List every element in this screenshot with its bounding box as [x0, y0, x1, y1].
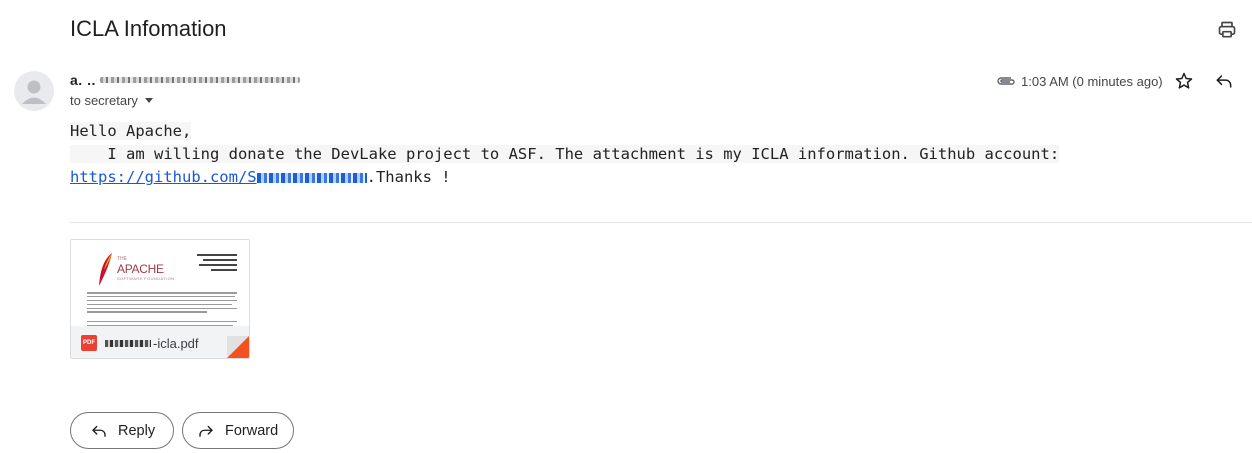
body-line-1: Hello Apache,	[70, 122, 192, 140]
attachment-card[interactable]: THE APACHE SOFTWARE FOUNDATION PDF -icla…	[70, 239, 250, 359]
email-subject: ICLA Infomation	[70, 16, 227, 41]
body-line-3-suffix: .Thanks !	[366, 168, 451, 186]
recipient-details[interactable]: to secretary	[70, 93, 153, 108]
page-fold-corner-icon	[227, 336, 249, 358]
chevron-down-icon	[144, 98, 153, 103]
email-body: Hello Apache, I am willing donate the De…	[70, 120, 1060, 189]
print-button[interactable]	[1214, 17, 1240, 43]
reply-icon	[92, 425, 106, 437]
message-meta: 1:03 AM (0 minutes ago)	[996, 71, 1163, 91]
github-link-text: https://github.com/S	[70, 168, 257, 186]
redacted-username	[256, 173, 367, 183]
doc-heading-lines	[197, 254, 237, 274]
attachment-filename-text: -icla.pdf	[153, 335, 199, 351]
redacted-filename	[105, 339, 151, 347]
apache-logo-text: APACHE	[117, 262, 164, 276]
paperclip-icon	[997, 77, 1015, 85]
attachment-preview: THE APACHE SOFTWARE FOUNDATION	[71, 240, 249, 334]
forward-icon	[199, 425, 213, 437]
forward-button[interactable]: Forward	[182, 412, 294, 449]
apache-logo-sub: SOFTWARE FOUNDATION	[117, 276, 175, 281]
star-button[interactable]	[1172, 69, 1196, 93]
forward-label: Forward	[225, 422, 279, 439]
person-icon	[22, 80, 46, 104]
redacted-email	[99, 77, 300, 83]
sender-avatar[interactable]	[14, 71, 54, 111]
reply-icon-button[interactable]	[1212, 69, 1236, 93]
attachment-divider	[70, 222, 1252, 223]
print-icon	[1218, 21, 1236, 38]
reply-icon	[1216, 75, 1232, 88]
sender-name-text: a. ..	[70, 72, 96, 88]
pdf-badge-text: PDF	[83, 340, 95, 346]
pdf-icon: PDF	[81, 335, 97, 351]
reply-button[interactable]: Reply	[70, 412, 174, 449]
reply-label: Reply	[118, 422, 156, 439]
recipient-text: to secretary	[70, 93, 138, 108]
message-time: 1:03 AM (0 minutes ago)	[1021, 73, 1163, 89]
attachment-filename: -icla.pdf	[105, 336, 199, 351]
attachment-footer: PDF -icla.pdf	[71, 326, 249, 358]
apache-feather-icon	[99, 253, 112, 286]
github-link[interactable]: https://github.com/S	[70, 168, 367, 186]
star-icon	[1175, 72, 1193, 89]
sender-name[interactable]: a. ..	[70, 72, 300, 88]
body-line-2: I am willing donate the DevLake project …	[70, 145, 1060, 163]
